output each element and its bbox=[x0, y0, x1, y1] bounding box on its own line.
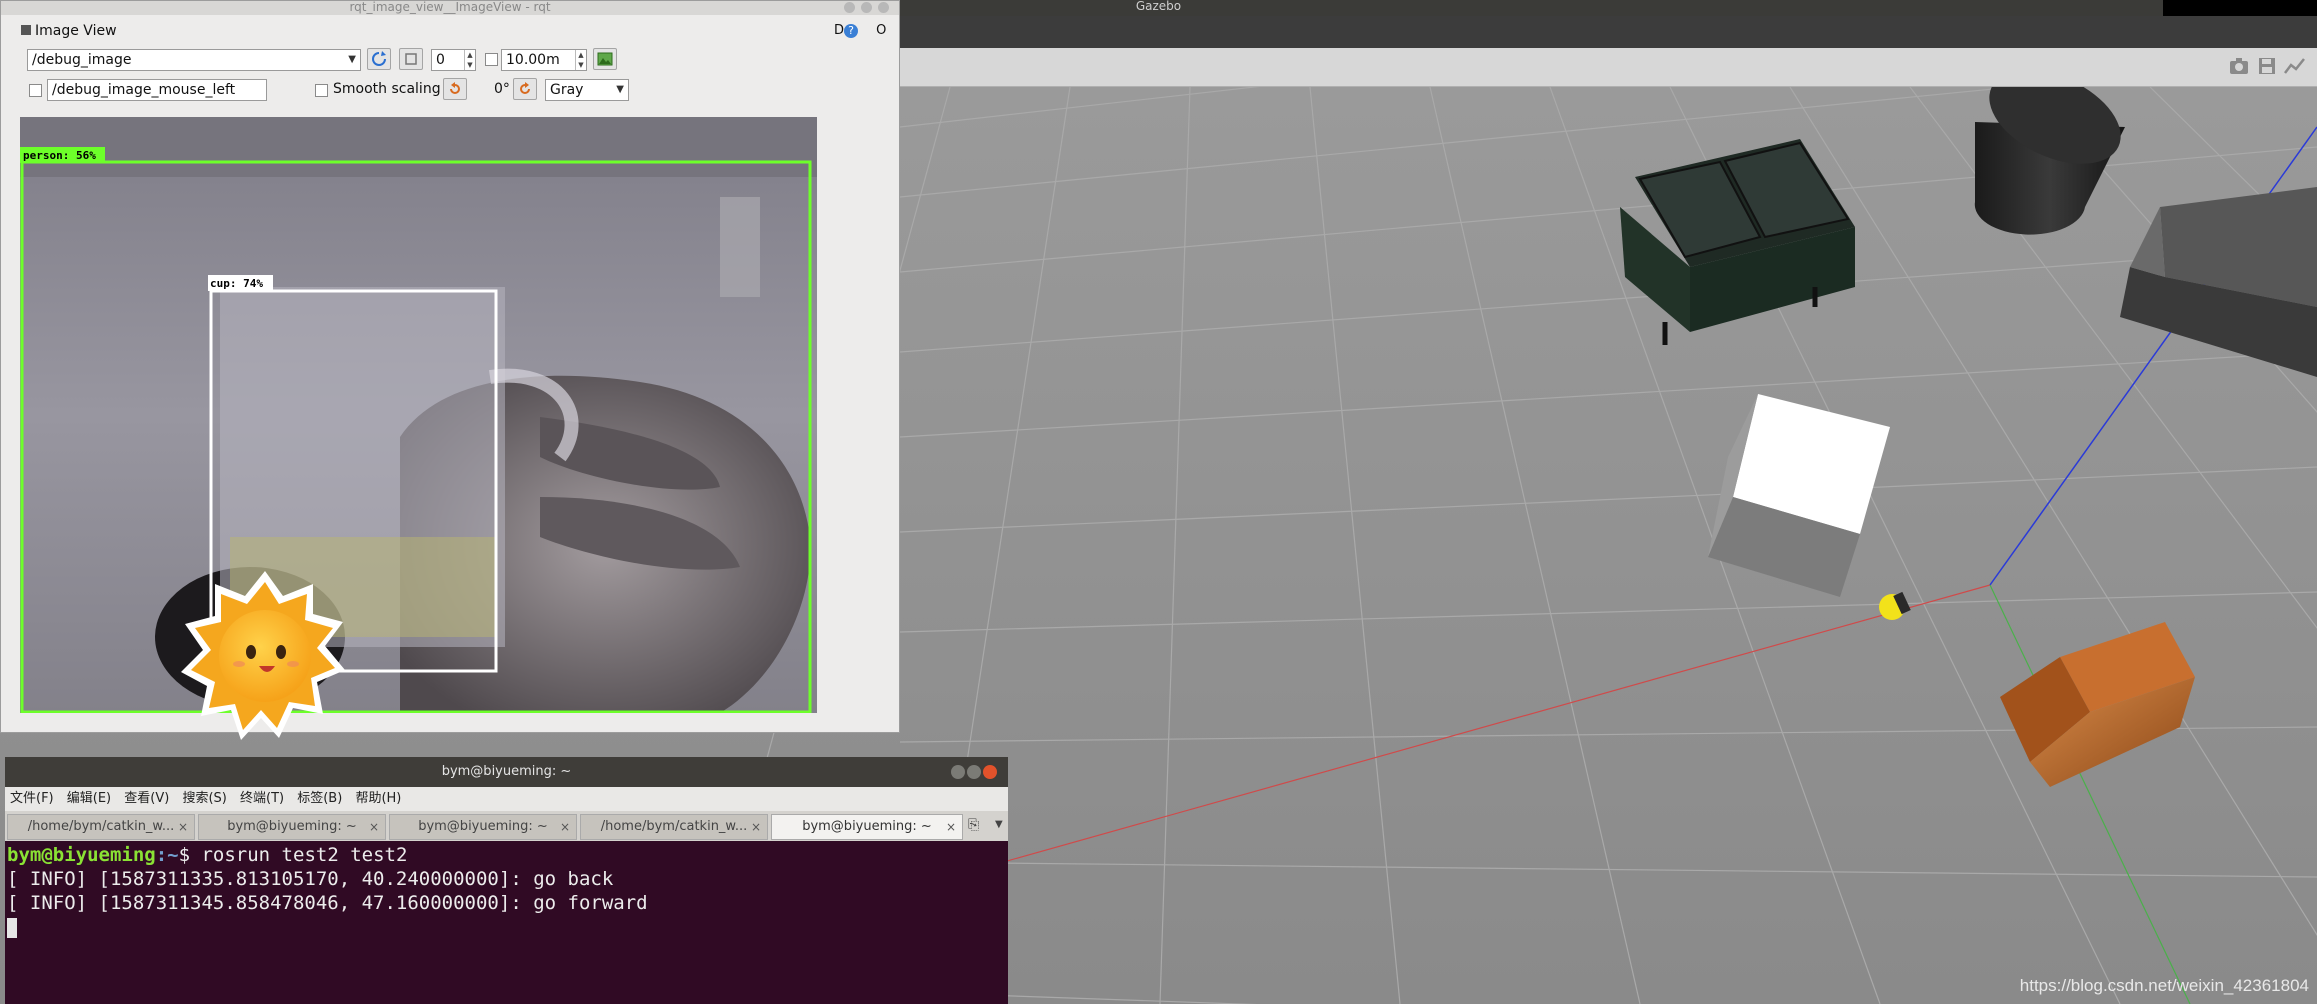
tab-label: bym@biyueming: ~ bbox=[227, 819, 357, 834]
terminal-title: bym@biyueming: ~ bbox=[441, 764, 572, 779]
prompt-path: :~ bbox=[155, 844, 179, 866]
rotation-label: 0° bbox=[494, 81, 510, 97]
panel-title: Image View bbox=[35, 23, 117, 39]
max-range-checkbox[interactable] bbox=[485, 53, 498, 66]
sun-cheek bbox=[287, 661, 299, 667]
wall-fixture bbox=[720, 197, 760, 297]
cup-label: cup: 74% bbox=[210, 277, 263, 290]
menu-view[interactable]: 查看(V) bbox=[124, 791, 169, 806]
tab-label: bym@biyueming: ~ bbox=[802, 819, 932, 834]
topic-select-value: /debug_image bbox=[32, 52, 132, 68]
terminal-tabbar: /home/bym/catkin_w... × bym@biyueming: ~ ×… bbox=[5, 811, 1008, 841]
rotate-left-button[interactable] bbox=[443, 78, 467, 100]
maximize-icon[interactable] bbox=[861, 2, 872, 13]
terminal-tab[interactable]: bym@biyueming: ~ × bbox=[198, 814, 386, 840]
menu-help[interactable]: 帮助(H) bbox=[355, 791, 401, 806]
gazebo-title: Gazebo bbox=[1135, 0, 1182, 13]
log-line: [ INFO] [1587311345.858478046, 47.160000… bbox=[7, 892, 648, 914]
zoom-fit-icon bbox=[405, 53, 417, 65]
tab-close-icon[interactable]: × bbox=[178, 815, 188, 839]
rotate-left-icon bbox=[450, 82, 460, 94]
color-scheme-select[interactable]: Gray ▼ bbox=[545, 79, 629, 101]
plot-icon[interactable] bbox=[2284, 56, 2306, 76]
prompt-user: bym@biyueming bbox=[7, 844, 156, 866]
sun-face bbox=[219, 610, 311, 702]
publish-mouse-checkbox[interactable] bbox=[29, 84, 42, 97]
log-line: [ INFO] [1587311335.813105170, 40.240000… bbox=[7, 868, 614, 890]
terminal-tab[interactable]: /home/bym/catkin_w... × bbox=[580, 814, 768, 840]
tab-label: /home/bym/catkin_w... bbox=[600, 819, 748, 834]
terminal-titlebar: bym@biyueming: ~ bbox=[5, 757, 1008, 787]
tab-close-icon[interactable]: × bbox=[369, 815, 379, 839]
chevron-down-icon[interactable]: ▼ bbox=[995, 819, 1003, 830]
tab-close-icon[interactable]: × bbox=[946, 815, 956, 839]
chevron-down-icon: ▼ bbox=[616, 84, 624, 95]
menu-search[interactable]: 搜索(S) bbox=[182, 791, 226, 806]
help-icon[interactable]: ? bbox=[844, 24, 859, 38]
rotate-right-icon bbox=[520, 82, 530, 94]
screenshot-icon[interactable] bbox=[2228, 56, 2250, 76]
terminal-cursor bbox=[7, 917, 17, 938]
terminal-window: bym@biyueming: ~ 文件(F) 编辑(E) 查看(V) 搜索(S)… bbox=[5, 757, 1008, 1004]
terminal-tab[interactable]: bym@biyueming: ~ × bbox=[389, 814, 577, 840]
pixel-offset-spinbox[interactable]: 0 ▲ ▼ bbox=[431, 49, 476, 71]
spin-arrows-icon: ▲ ▼ bbox=[575, 50, 586, 70]
dock-button[interactable]: D bbox=[834, 23, 844, 38]
tab-label: /home/bym/catkin_w... bbox=[27, 819, 175, 834]
tab-close-icon[interactable]: × bbox=[560, 815, 570, 839]
new-tab-icon[interactable]: ⎘ bbox=[968, 817, 979, 833]
rqt-window-title: rqt_image_view__ImageView - rqt bbox=[349, 0, 551, 14]
save-image-button[interactable] bbox=[593, 48, 617, 70]
panel-close-button[interactable]: O bbox=[876, 23, 886, 38]
tab-close-icon[interactable]: × bbox=[751, 815, 761, 839]
refresh-icon bbox=[372, 51, 386, 66]
topic-select[interactable]: /debug_image ▼ bbox=[27, 49, 361, 71]
ceiling-strip bbox=[20, 117, 817, 177]
command-line: $ rosrun test2 test2 bbox=[178, 844, 408, 866]
minimize-icon[interactable] bbox=[844, 2, 855, 13]
terminal-tab[interactable]: /home/bym/catkin_w... × bbox=[7, 814, 195, 840]
tab-label: bym@biyueming: ~ bbox=[418, 819, 548, 834]
spin-arrows-icon: ▲ ▼ bbox=[464, 50, 475, 70]
pixel-offset-value: 0 bbox=[436, 52, 445, 68]
refresh-button[interactable] bbox=[367, 48, 391, 70]
max-range-value: 10.00m bbox=[506, 52, 560, 68]
close-icon[interactable] bbox=[878, 2, 889, 13]
rqt-titlebar: rqt_image_view__ImageView - rqt bbox=[1, 1, 899, 15]
terminal-menubar: 文件(F) 编辑(E) 查看(V) 搜索(S) 终端(T) 标签(B) 帮助(H… bbox=[5, 787, 1008, 811]
save-icon[interactable] bbox=[2256, 56, 2278, 76]
watermark-url: https://blog.csdn.net/weixin_42361804 bbox=[2019, 976, 2309, 995]
menu-tabs[interactable]: 标签(B) bbox=[297, 791, 342, 806]
smooth-scaling-label: Smooth scaling bbox=[333, 81, 441, 97]
maximize-icon[interactable] bbox=[967, 765, 981, 779]
camera-frame: person: 56% cup: 74% bbox=[20, 117, 817, 713]
max-range-spinbox[interactable]: 10.00m ▲ ▼ bbox=[501, 49, 587, 71]
menu-file[interactable]: 文件(F) bbox=[10, 791, 54, 806]
zoom-fit-button[interactable] bbox=[399, 48, 423, 70]
sun-emoji-sticker bbox=[181, 571, 345, 740]
rotate-right-button[interactable] bbox=[513, 78, 537, 100]
menu-terminal[interactable]: 终端(T) bbox=[240, 791, 284, 806]
sun-cheek bbox=[233, 661, 245, 667]
terminal-output[interactable]: bym@biyueming:~$ rosrun test2 test2 [ IN… bbox=[7, 843, 1008, 1004]
color-scheme-value: Gray bbox=[550, 82, 584, 98]
panel-controls: D? O bbox=[834, 23, 886, 38]
mouse-topic-field[interactable]: /debug_image_mouse_left bbox=[47, 79, 267, 101]
mouse-topic-value: /debug_image_mouse_left bbox=[52, 82, 236, 98]
camera-image[interactable]: person: 56% cup: 74% bbox=[20, 117, 817, 713]
save-image-icon bbox=[597, 52, 613, 66]
smooth-scaling-checkbox[interactable] bbox=[315, 84, 328, 97]
rqt-image-view-window: rqt_image_view__ImageView - rqt Image Vi… bbox=[0, 0, 900, 740]
terminal-tab-active[interactable]: bym@biyueming: ~ × bbox=[771, 814, 963, 840]
person-label: person: 56% bbox=[23, 149, 96, 162]
close-icon[interactable] bbox=[983, 765, 997, 779]
sun-eye-right bbox=[276, 645, 286, 659]
minimize-icon[interactable] bbox=[951, 765, 965, 779]
menu-edit[interactable]: 编辑(E) bbox=[67, 791, 111, 806]
sun-eye-left bbox=[246, 645, 256, 659]
chevron-down-icon: ▼ bbox=[348, 54, 356, 65]
